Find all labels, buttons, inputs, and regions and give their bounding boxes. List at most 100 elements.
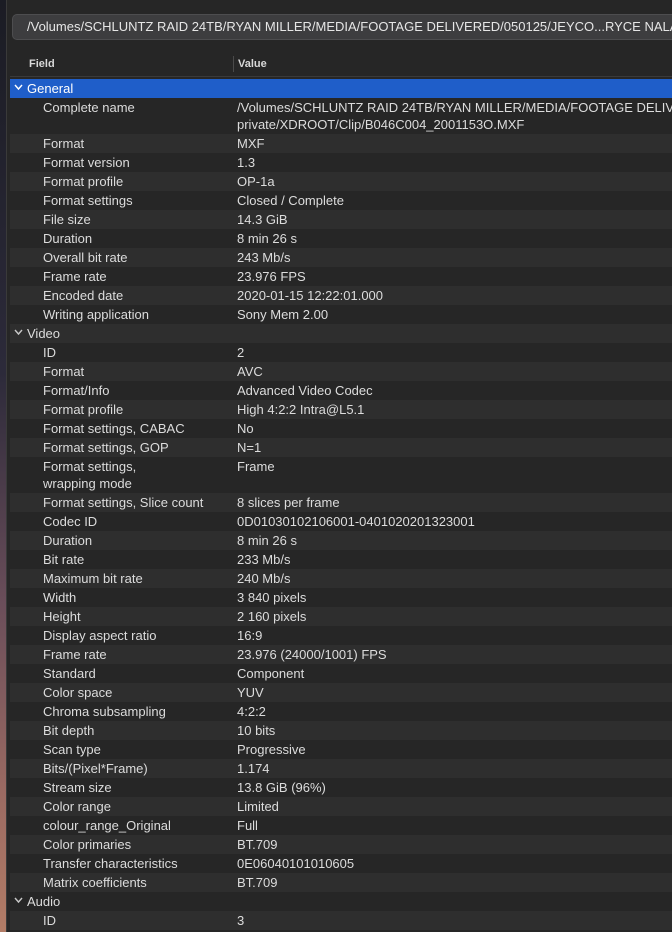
info-row[interactable]: Format settings, Slice count 8 slices per… <box>10 493 672 512</box>
field-label: Format profile <box>43 174 124 189</box>
info-row[interactable]: Display aspect ratio 16:9 <box>10 626 672 645</box>
field-value: Frame <box>237 459 275 474</box>
field-label: Display aspect ratio <box>43 628 157 643</box>
chevron-down-icon[interactable] <box>14 324 23 343</box>
info-row[interactable]: Overall bit rate 243 Mb/s <box>10 248 672 267</box>
info-row[interactable]: Height 2 160 pixels <box>10 607 672 626</box>
info-row[interactable]: Width 3 840 pixels <box>10 588 672 607</box>
section-row-general[interactable]: General <box>10 79 672 98</box>
field-value: 3 840 pixels <box>237 590 307 605</box>
field-label: File size <box>43 212 91 227</box>
field-value: High 4:2:2 Intra@L5.1 <box>237 402 365 417</box>
info-row[interactable]: Duration 8 min 26 s <box>10 531 672 550</box>
field-label: Bits/(Pixel*Frame) <box>43 761 148 776</box>
info-row[interactable]: File size 14.3 GiB <box>10 210 672 229</box>
field-label: Color range <box>43 799 111 814</box>
info-row[interactable]: Scan type Progressive <box>10 740 672 759</box>
info-row[interactable]: Format MXF <box>10 134 672 153</box>
field-label: Transfer characteristics <box>43 856 178 871</box>
field-value: 243 Mb/s <box>237 250 291 265</box>
field-value: Component <box>237 666 305 681</box>
field-label: Format settings, GOP <box>43 440 169 455</box>
field-label: Format/Info <box>43 383 110 398</box>
field-value: 2 <box>237 345 245 360</box>
info-row[interactable]: Format profile High 4:2:2 Intra@L5.1 <box>10 400 672 419</box>
info-row[interactable]: Writing application Sony Mem 2.00 <box>10 305 672 324</box>
info-row[interactable]: Bit depth 10 bits <box>10 721 672 740</box>
info-row[interactable]: Format settings Closed / Complete <box>10 191 672 210</box>
info-row[interactable]: Maximum bit rate 240 Mb/s <box>10 569 672 588</box>
field-value: Sony Mem 2.00 <box>237 307 329 322</box>
field-value: 14.3 GiB <box>237 212 288 227</box>
section-row-video[interactable]: Video <box>10 324 672 343</box>
field-label: Format settings, wrapping mode <box>43 459 137 491</box>
field-label: Scan type <box>43 742 101 757</box>
field-label: colour_range_Original <box>43 818 171 833</box>
info-row[interactable]: Chroma subsampling 4:2:2 <box>10 702 672 721</box>
info-row[interactable]: Frame rate 23.976 FPS <box>10 267 672 286</box>
info-row[interactable]: Format settings, wrapping mode Frame <box>10 457 672 493</box>
field-value: 2020-01-15 12:22:01.000 <box>237 288 384 303</box>
field-value: 8 slices per frame <box>237 495 340 510</box>
field-label: Bit rate <box>43 552 85 567</box>
field-column-header[interactable]: Field <box>29 58 55 70</box>
field-value: 8 min 26 s <box>237 231 297 246</box>
info-row[interactable]: Color range Limited <box>10 797 672 816</box>
info-row[interactable]: Format AVC <box>10 362 672 381</box>
info-row[interactable]: Codec ID 0D01030102106001-040102020132300… <box>10 512 672 531</box>
field-value: MXF <box>237 136 265 151</box>
field-label: Format <box>43 136 85 151</box>
field-value: 10 bits <box>237 723 276 738</box>
field-value: 4:2:2 <box>237 704 266 719</box>
info-row[interactable]: Frame rate 23.976 (24000/1001) FPS <box>10 645 672 664</box>
field-label: Maximum bit rate <box>43 571 143 586</box>
field-label: ID <box>43 913 56 928</box>
chevron-down-icon[interactable] <box>14 892 23 911</box>
info-row[interactable]: Format profile OP-1a <box>10 172 672 191</box>
info-row[interactable]: Transfer characteristics 0E06040101010605 <box>10 854 672 873</box>
field-label: Format settings, CABAC <box>43 421 185 436</box>
info-tree: General Complete name/Volumes/SCHLUNTZ RA… <box>10 79 672 930</box>
field-label: Frame rate <box>43 269 107 284</box>
info-row[interactable]: Color primaries BT.709 <box>10 835 672 854</box>
field-value: Limited <box>237 799 279 814</box>
field-label: Chroma subsampling <box>43 704 166 719</box>
info-row[interactable]: colour_range_Original Full <box>10 816 672 835</box>
field-label: Complete name <box>43 100 135 115</box>
info-row[interactable]: Complete name/Volumes/SCHLUNTZ RAID 24TB… <box>10 98 672 134</box>
field-value: OP-1a <box>237 174 275 189</box>
section-label: Audio <box>27 894 61 909</box>
info-row[interactable]: Standard Component <box>10 664 672 683</box>
section-label: General <box>27 81 74 96</box>
info-row[interactable]: Format settings, GOP N=1 <box>10 438 672 457</box>
column-divider[interactable] <box>233 56 234 72</box>
info-row[interactable]: ID 2 <box>10 343 672 362</box>
info-row[interactable]: Bits/(Pixel*Frame) 1.174 <box>10 759 672 778</box>
info-row[interactable]: Encoded date 2020-01-15 12:22:01.000 <box>10 286 672 305</box>
info-row[interactable]: ID 3 <box>10 911 672 930</box>
file-path-field[interactable]: /Volumes/SCHLUNTZ RAID 24TB/RYAN MILLER/… <box>12 14 672 40</box>
section-row-audio[interactable]: Audio <box>10 892 672 911</box>
field-value: /Volumes/SCHLUNTZ RAID 24TB/RYAN MILLER/… <box>237 100 672 132</box>
info-row[interactable]: Matrix coefficients BT.709 <box>10 873 672 892</box>
field-label: Overall bit rate <box>43 250 128 265</box>
field-value: 233 Mb/s <box>237 552 291 567</box>
field-label: ID <box>43 345 56 360</box>
field-label: Color space <box>43 685 113 700</box>
info-row[interactable]: Duration 8 min 26 s <box>10 229 672 248</box>
field-value: 0D01030102106001-0401020201323001 <box>237 514 475 529</box>
value-column-header[interactable]: Value <box>238 58 267 70</box>
info-row[interactable]: Format settings, CABAC No <box>10 419 672 438</box>
info-row[interactable]: Color space YUV <box>10 683 672 702</box>
field-value: N=1 <box>237 440 262 455</box>
info-row[interactable]: Format/Info Advanced Video Codec <box>10 381 672 400</box>
field-label: Format settings <box>43 193 133 208</box>
info-row[interactable]: Stream size 13.8 GiB (96%) <box>10 778 672 797</box>
field-value: 13.8 GiB (96%) <box>237 780 326 795</box>
field-value: 2 160 pixels <box>237 609 307 624</box>
chevron-down-icon[interactable] <box>14 79 23 98</box>
info-row[interactable]: Bit rate 233 Mb/s <box>10 550 672 569</box>
field-value: No <box>237 421 254 436</box>
field-value: 1.174 <box>237 761 270 776</box>
info-row[interactable]: Format version 1.3 <box>10 153 672 172</box>
